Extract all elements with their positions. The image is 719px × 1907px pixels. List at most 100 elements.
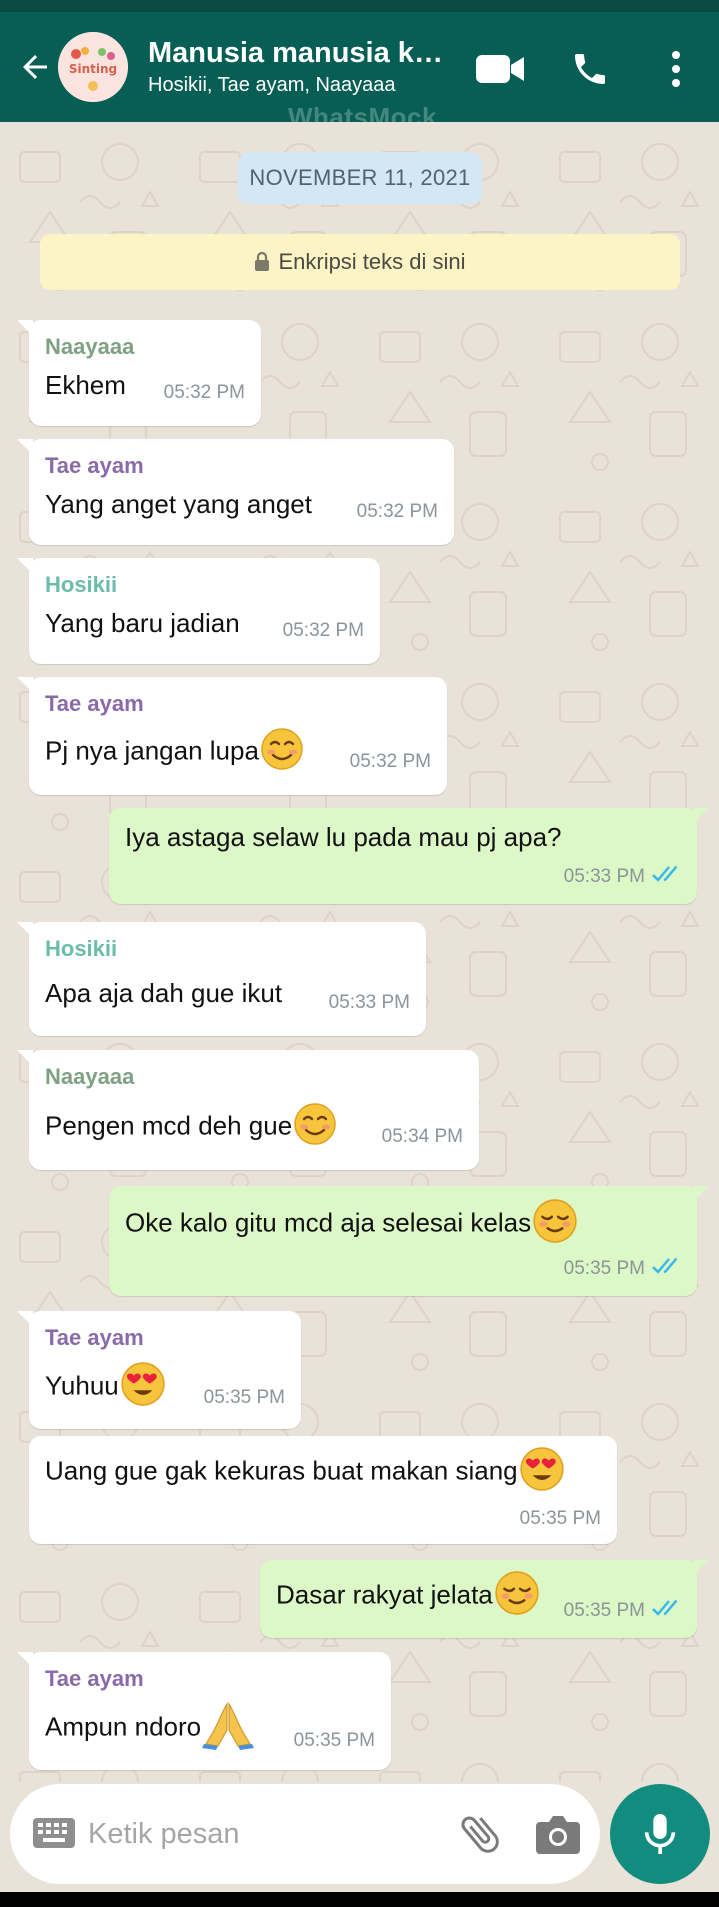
bubble-tail [17, 677, 33, 693]
message-time: 05:33 PM [563, 866, 645, 887]
message-sender: Tae ayam [45, 691, 144, 716]
message-input-container[interactable] [10, 1784, 600, 1884]
message-time: 05:33 PM [328, 992, 410, 1013]
bubble-tail [17, 1652, 33, 1668]
bubble-tail [17, 1311, 33, 1327]
message-sender: Naayaaa [45, 334, 135, 359]
message-text-content: Ampun ndoro [45, 1711, 202, 1742]
message-time: 05:34 PM [381, 1126, 463, 1147]
message-time: 05:32 PM [356, 501, 438, 522]
message-text-content: Dasar rakyat jelata [276, 1579, 493, 1610]
message-text: Pengen mcd deh gue [45, 1102, 337, 1153]
group-avatar-image: Sinting [58, 32, 128, 102]
message-text-content: Yuhuu [45, 1370, 119, 1401]
message-text: Ekhem [45, 370, 126, 400]
relieved-face-icon [532, 1198, 578, 1251]
message-text: Oke kalo gitu mcd aja selesai kelas [125, 1198, 578, 1251]
chat-area[interactable]: NOVEMBER 11, 2021 Enkripsi teks di sini … [0, 122, 719, 1782]
message-input[interactable] [88, 1810, 418, 1858]
keyboard-icon[interactable] [32, 1816, 76, 1850]
video-call-button[interactable] [470, 42, 530, 96]
message-text: Dasar rakyat jelata [276, 1570, 540, 1623]
message-text-content: Pj nya jangan lupa [45, 735, 259, 766]
bubble-tail [693, 1186, 709, 1202]
video-camera-icon [476, 55, 524, 83]
message-text: Ampun ndoro [45, 1700, 255, 1757]
chat-header: Sinting Manusia manusia ku… Hosikii, Tae… [0, 12, 719, 132]
lock-icon [255, 252, 270, 271]
date-label: NOVEMBER 11, 2021 [249, 165, 471, 190]
message-sender: Tae ayam [45, 1325, 144, 1350]
camera-icon[interactable] [534, 1812, 582, 1856]
date-separator: NOVEMBER 11, 2021 [238, 152, 482, 204]
message-text: Yang anget yang anget [45, 489, 312, 519]
message-time: 05:35 PM [563, 1258, 645, 1279]
message-text: Yang baru jadian [45, 608, 240, 638]
bubble-tail [17, 320, 33, 336]
relieved-face-icon [494, 1570, 540, 1623]
message-bubble[interactable]: Hosikii Yang baru jadian 05:32 PM [17, 558, 380, 664]
message-bubble-outgoing[interactable]: Oke kalo gitu mcd aja selesai kelas 05:3… [109, 1186, 709, 1296]
phone-icon [575, 54, 605, 84]
folded-hands-icon [202, 1700, 255, 1757]
back-button[interactable] [10, 42, 60, 92]
message-bubble[interactable]: Tae ayam Yang anget yang anget 05:32 PM [17, 439, 454, 545]
paperclip-icon[interactable] [456, 1810, 504, 1858]
message-time: 05:35 PM [563, 1600, 645, 1621]
status-bar [0, 0, 719, 12]
group-name: Manusia manusia ku… [148, 37, 443, 69]
group-avatar[interactable]: Sinting [58, 32, 128, 102]
group-members: Hosikii, Tae ayam, Naayaaa [148, 74, 396, 96]
message-bubble[interactable]: Naayaaa Pengen mcd deh gue 05:34 PM [17, 1050, 479, 1170]
message-time: 05:35 PM [203, 1387, 285, 1408]
heart-eyes-icon [519, 1446, 565, 1499]
encryption-notice[interactable]: Enkripsi teks di sini [40, 234, 680, 290]
kebab-menu-icon [672, 51, 680, 87]
message-bubble[interactable]: Naayaaa Ekhem 05:32 PM [17, 320, 261, 426]
message-bubble-outgoing[interactable]: Iya astaga selaw lu pada mau pj apa? 05:… [109, 808, 709, 904]
voice-call-button[interactable] [562, 42, 618, 96]
bubble-tail [17, 439, 33, 455]
message-sender: Tae ayam [45, 1666, 144, 1691]
message-sender: Tae ayam [45, 453, 144, 478]
message-sender: Hosikii [45, 572, 118, 597]
message-text: Pj nya jangan lupa [45, 727, 304, 778]
message-text: Apa aja dah gue ikut [45, 978, 283, 1008]
message-time: 05:32 PM [163, 382, 245, 403]
message-text-content: Oke kalo gitu mcd aja selesai kelas [125, 1207, 532, 1238]
double-check-icon [652, 1257, 678, 1274]
message-bubble[interactable]: Hosikii Apa aja dah gue ikut 05:33 PM [17, 922, 426, 1036]
message-bubble[interactable]: Tae ayam Ampun ndoro 05:35 PM [17, 1652, 391, 1770]
heart-eyes-icon [120, 1361, 166, 1414]
bubble-tail [693, 808, 709, 824]
microphone-icon [644, 1814, 676, 1854]
message-bubble-outgoing[interactable]: Dasar rakyat jelata 05:35 PM [260, 1560, 709, 1638]
message-sender: Hosikii [45, 936, 118, 961]
bubble-tail [17, 558, 33, 574]
smiling-face-icon [260, 727, 304, 778]
message-bubble[interactable]: Tae ayam Yuhuu 05:35 PM [17, 1311, 301, 1429]
message-time: 05:32 PM [349, 751, 431, 772]
message-time: 05:35 PM [293, 1730, 375, 1751]
back-arrow-icon [23, 55, 47, 79]
double-check-icon [652, 865, 678, 882]
message-time: 05:32 PM [282, 620, 364, 641]
bubble-tail [693, 1560, 709, 1576]
message-text-content: Pengen mcd deh gue [45, 1110, 293, 1141]
message-sender: Naayaaa [45, 1064, 135, 1089]
voice-record-button[interactable] [610, 1784, 710, 1884]
bubble-tail [17, 1050, 33, 1066]
composer-bar [0, 1782, 719, 1892]
smiling-face-icon [293, 1102, 337, 1153]
message-text: Uang gue gak kekuras buat makan siang [45, 1446, 565, 1499]
message-bubble[interactable]: Tae ayam Pj nya jangan lupa 05:32 PM [17, 677, 447, 795]
message-text-content: Uang gue gak kekuras buat makan siang [45, 1455, 518, 1486]
message-text: Yuhuu [45, 1361, 166, 1414]
message-bubble[interactable]: Uang gue gak kekuras buat makan siang 05… [29, 1436, 617, 1544]
navigation-bar [0, 1892, 719, 1907]
more-options-button[interactable] [648, 42, 704, 96]
bubble-tail [17, 922, 33, 938]
double-check-icon [652, 1599, 678, 1616]
chat-title-block[interactable]: Manusia manusia ku… Hosikii, Tae ayam, N… [148, 36, 448, 98]
encryption-text: Enkripsi teks di sini [278, 249, 466, 274]
